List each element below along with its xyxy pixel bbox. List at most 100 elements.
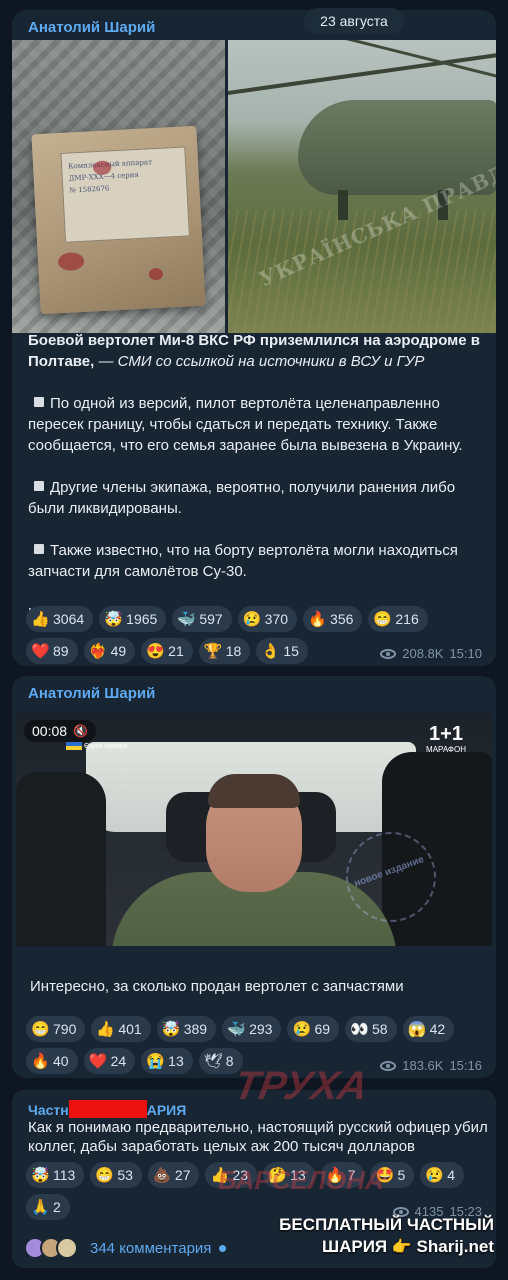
reaction-chip[interactable]: 😢 370 [237,606,298,632]
mute-icon[interactable]: 🔇 [73,720,88,742]
video-duration[interactable]: 00:08 🔇 [24,720,96,742]
trophy-icon: 🏆 [203,643,223,660]
folded-hands-icon: 🙏 [31,1199,50,1216]
reaction-chip[interactable]: ❤️ 89 [26,638,78,664]
watermark-site: Sharij.net [416,1237,494,1256]
view-count: 183.6K [402,1058,444,1073]
crying-face-icon: 😢 [242,611,262,628]
photo-box-image[interactable]: Комплексный аппарат ДМР-ХХХ—4 серия № 15… [12,40,225,333]
bullet-text: По одной из версий, пилот вертолёта целе… [28,395,463,454]
post-meta: 183.6K 15:16 [380,1058,482,1073]
thumbs-up-icon: 👍 [31,611,50,628]
reaction-count: 5 [397,1167,406,1183]
watermark-line: ШАРИЯ 👉 Sharij.net [272,1236,494,1259]
reaction-count: 370 [264,611,289,627]
heart-icon: ❤️ [31,643,50,660]
reaction-chip[interactable]: 🐳 293 [222,1016,282,1042]
reaction-chip[interactable]: 🤯 113 [26,1162,85,1188]
reaction-count: 401 [118,1021,142,1037]
reaction-chip[interactable]: 😁 53 [90,1162,142,1188]
reaction-chip[interactable]: 👀 58 [345,1016,397,1042]
author-name-prefix: Частн [28,1102,69,1118]
reaction-count: 790 [53,1021,77,1037]
reaction-chip[interactable]: 💩 27 [147,1162,200,1188]
bullet-text: Также известно, что на борту вертолёта м… [28,542,458,580]
reaction-chip[interactable]: 😁 790 [26,1016,86,1042]
exploding-head-icon: 🤯 [161,1021,181,1038]
bullet-text: Другие члены экипажа, вероятно, получили… [28,479,456,517]
post-author[interactable]: Анатолий Шарий [12,676,496,710]
reaction-count: 15 [283,643,299,659]
dove-icon: 🕊 [203,1053,223,1070]
reaction-chip[interactable]: 👌 15 [256,638,308,664]
reaction-chip[interactable]: 👍 3064 [26,606,94,632]
reaction-chip[interactable]: 🤔 13 [263,1162,315,1188]
reaction-count: 40 [53,1053,69,1069]
reaction-chip[interactable]: 😭 13 [141,1048,193,1074]
reaction-count: 4 [447,1167,456,1183]
person-hair-graphic [208,774,300,808]
reaction-count: 113 [53,1167,76,1183]
reaction-count: 13 [168,1053,184,1069]
reaction-chip[interactable]: 😍 21 [141,638,193,664]
reaction-count: 356 [330,611,354,627]
reaction-count: 58 [372,1021,388,1037]
video-player[interactable]: 00:08 🔇 Єдині новини 1+1 МАРАФОН новое из… [16,712,492,946]
post-author[interactable]: Анатолий Шарий [12,10,496,44]
photo-helicopter-image[interactable]: УКРАЇНСЬКА ПРАВДА [228,40,496,333]
reaction-chip[interactable]: 🕊 8 [198,1048,243,1074]
post-lead-italic: — СМИ со ссылкой на источники в ВСУ и ГУ… [94,353,425,370]
reaction-chip[interactable]: 🔥 356 [303,606,363,632]
reaction-chip[interactable]: 😱 42 [402,1016,455,1042]
grinning-face-icon: 😁 [95,1167,115,1184]
thumbs-up-icon: 👍 [210,1167,230,1184]
post-text: Боевой вертолет Ми-8 ВКС РФ приземлился … [28,330,488,645]
reaction-chip[interactable]: 😢 4 [420,1162,465,1188]
crying-face-icon: 😢 [425,1167,444,1184]
reaction-chip[interactable]: 🔥 7 [320,1162,365,1188]
rotor-graphic [228,51,496,97]
post-meta: 208.8K 15:10 [380,646,482,661]
reaction-chip[interactable]: 🙏 2 [26,1194,70,1220]
video-time-label: 00:08 [32,723,68,739]
watermark-word: ШАРИЯ [322,1237,388,1256]
car-seat-graphic [16,772,106,946]
ukraine-flag-icon [66,742,82,750]
ok-hand-icon: 👌 [261,643,280,660]
eye-icon [380,1060,397,1071]
reaction-chip[interactable]: 🤯 1965 [99,606,167,632]
reaction-count: 42 [429,1021,446,1037]
unread-dot-icon [219,1244,227,1252]
reaction-chip[interactable]: 👍 401 [91,1016,151,1042]
reaction-chip[interactable]: 🤩 5 [370,1162,415,1188]
photo-album[interactable]: Комплексный аппарат ДМР-ХХХ—4 серия № 15… [12,40,496,333]
thinking-face-icon: 🤔 [268,1167,287,1184]
landing-gear-graphic [338,190,348,220]
reaction-chip[interactable]: 🔥 40 [26,1048,78,1074]
reaction-count: 21 [168,643,184,659]
reaction-count: 89 [53,643,69,659]
channel-post: Анатолий Шарий 00:08 🔇 Єдині новини 1+1 М… [12,676,496,1078]
reaction-chip[interactable]: 😢 69 [287,1016,340,1042]
post-lead: Боевой вертолет Ми-8 ВКС РФ приземлился … [28,330,488,372]
bullet-paragraph: Другие члены экипажа, вероятно, получили… [28,477,488,519]
reaction-count: 1965 [126,611,158,627]
post-caption: Интересно, за сколько продан вертолет с … [30,978,404,995]
reaction-count: 49 [110,643,127,659]
reaction-chip[interactable]: 🏆 18 [198,638,251,664]
reaction-chip[interactable]: 🐳 597 [172,606,232,632]
tv-logo-sub: МАРАФОН [426,745,466,754]
square-bullet-icon [34,481,44,491]
reaction-chip[interactable]: 🤯 389 [156,1016,217,1042]
exploding-head-icon: 🤯 [104,611,123,628]
post-author[interactable]: Частн АРИЯ [12,1090,496,1120]
view-count: 208.8K [402,646,444,661]
watermark-line: БЕСПЛАТНЫЙ ЧАСТНЫЙ [279,1215,494,1234]
reaction-chip[interactable]: 👍 23 [205,1162,258,1188]
reaction-chip[interactable]: 😁 216 [368,606,428,632]
reaction-count: 8 [225,1053,234,1069]
heart-icon: ❤️ [88,1053,108,1070]
reaction-chip[interactable]: ❤️ 24 [83,1048,136,1074]
reaction-count: 69 [314,1021,331,1037]
reaction-chip[interactable]: ❤️‍🔥 49 [83,638,136,664]
